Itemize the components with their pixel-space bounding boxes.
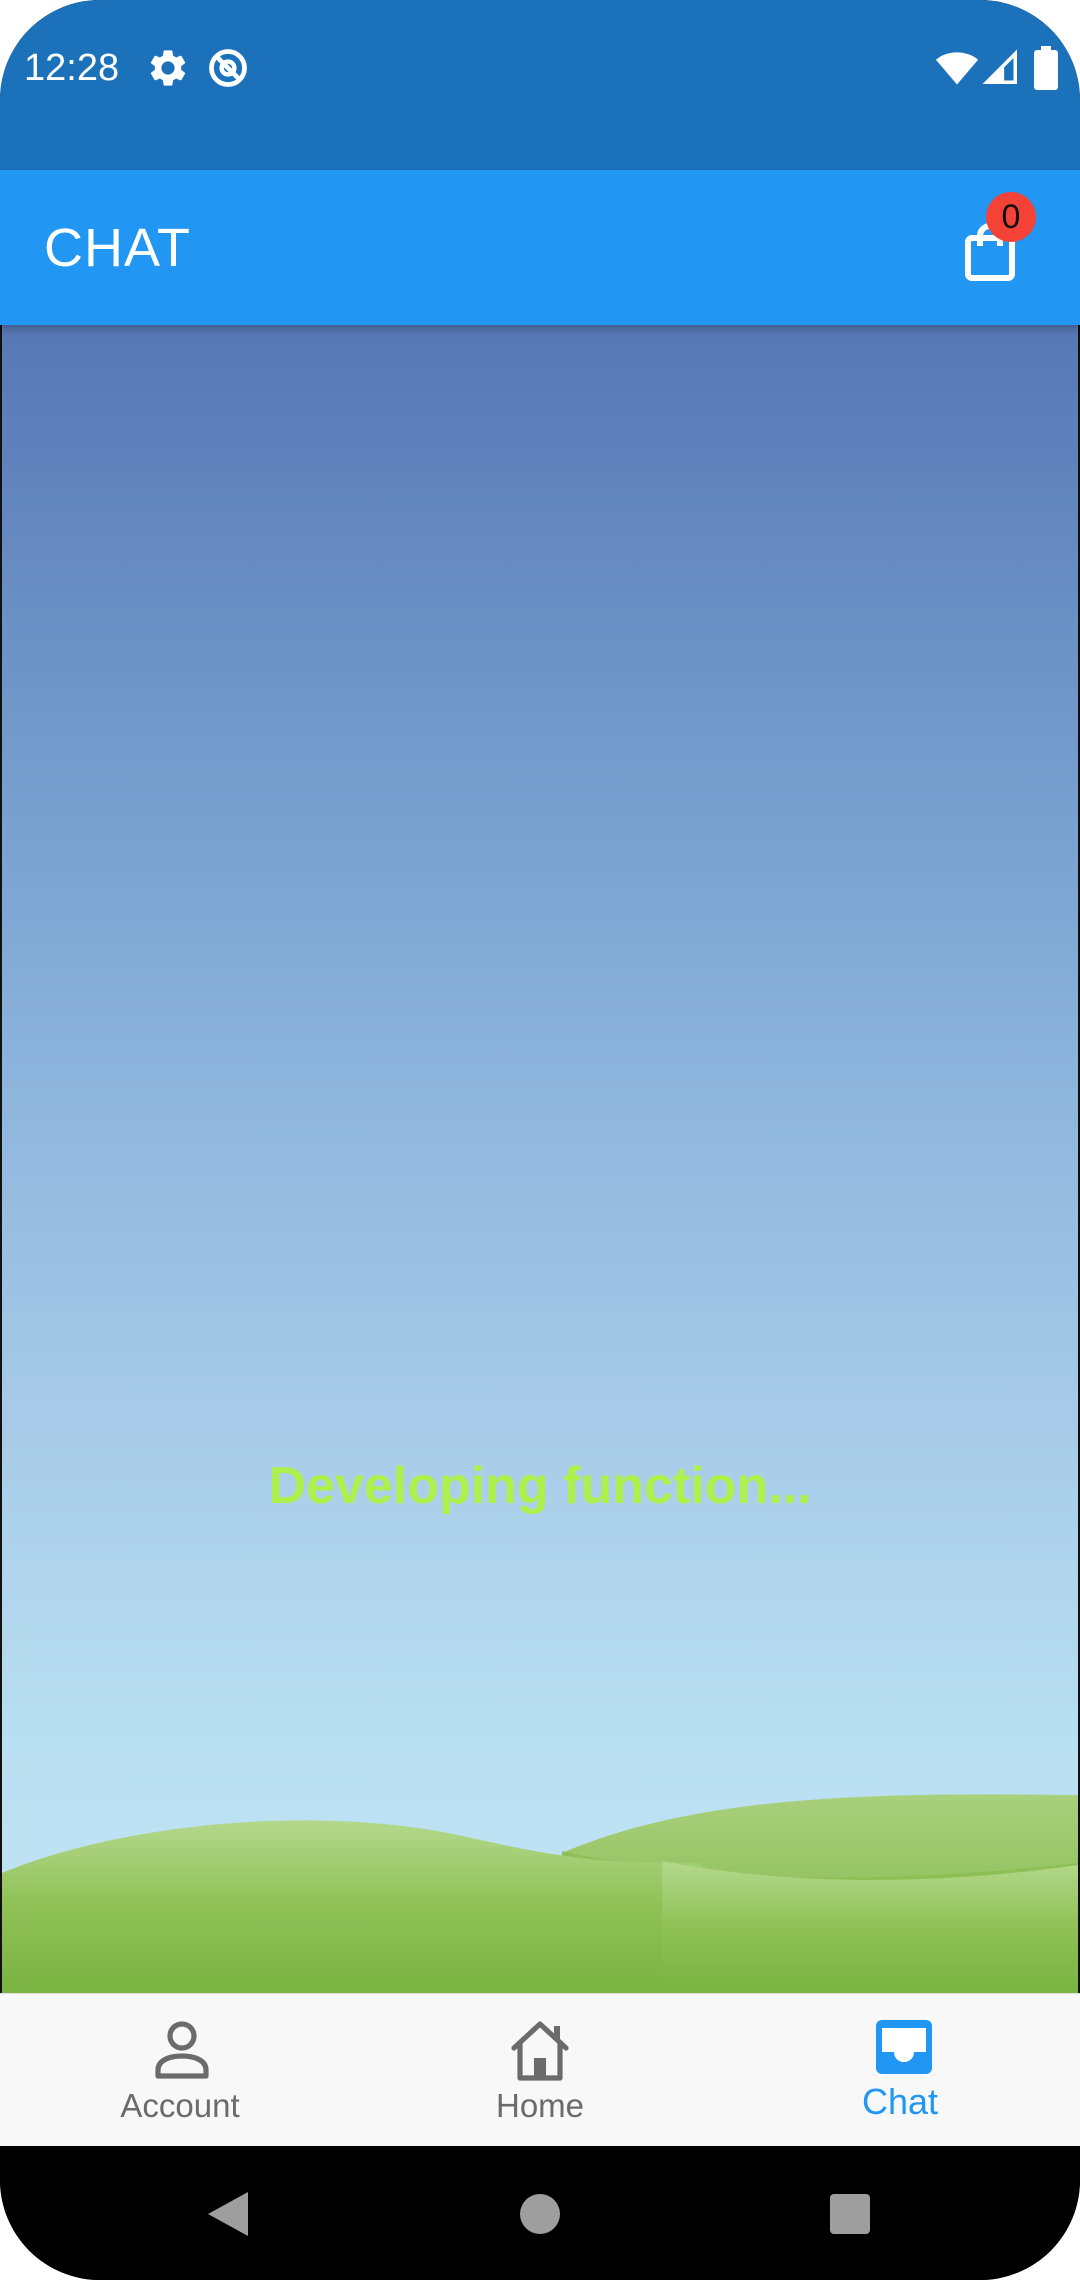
system-navigation-bar — [0, 2146, 1080, 2280]
nav-item-chat[interactable]: Chat — [720, 1994, 1080, 2147]
back-icon[interactable] — [200, 2186, 256, 2242]
nav-label-account: Account — [120, 2087, 240, 2124]
home-circle-icon[interactable] — [512, 2186, 568, 2242]
app-bar: CHAT 0 — [0, 170, 1080, 325]
gear-icon — [146, 46, 190, 90]
status-time: 12:28 — [24, 47, 120, 89]
nav-item-account[interactable]: Account — [0, 1994, 360, 2147]
inbox-icon — [872, 2020, 936, 2084]
developing-message: Developing function... — [268, 1457, 812, 1515]
nav-label-home: Home — [495, 2087, 585, 2124]
cart-button[interactable]: 0 — [952, 192, 1062, 302]
wifi-icon — [934, 46, 980, 90]
sync-icon — [206, 46, 250, 90]
nav-item-home[interactable]: Home — [360, 1994, 720, 2147]
battery-icon — [1034, 46, 1058, 90]
signal-icon — [982, 46, 1020, 90]
nav-label-chat: Chat — [861, 2081, 939, 2122]
cart-badge: 0 — [986, 192, 1036, 242]
hills-illustration — [2, 1794, 1078, 1993]
chat-content-area: Developing function... — [2, 325, 1078, 1993]
home-icon — [506, 2018, 570, 2082]
status-bar: 12:28 — [0, 0, 1080, 170]
recents-icon[interactable] — [822, 2186, 878, 2242]
bottom-navigation: Account Home Chat — [0, 1993, 1080, 2147]
device-screen: 12:28 CHAT 0 Developing function... Acco… — [0, 0, 1080, 2280]
person-icon — [150, 2018, 214, 2082]
page-title: CHAT — [44, 218, 191, 278]
